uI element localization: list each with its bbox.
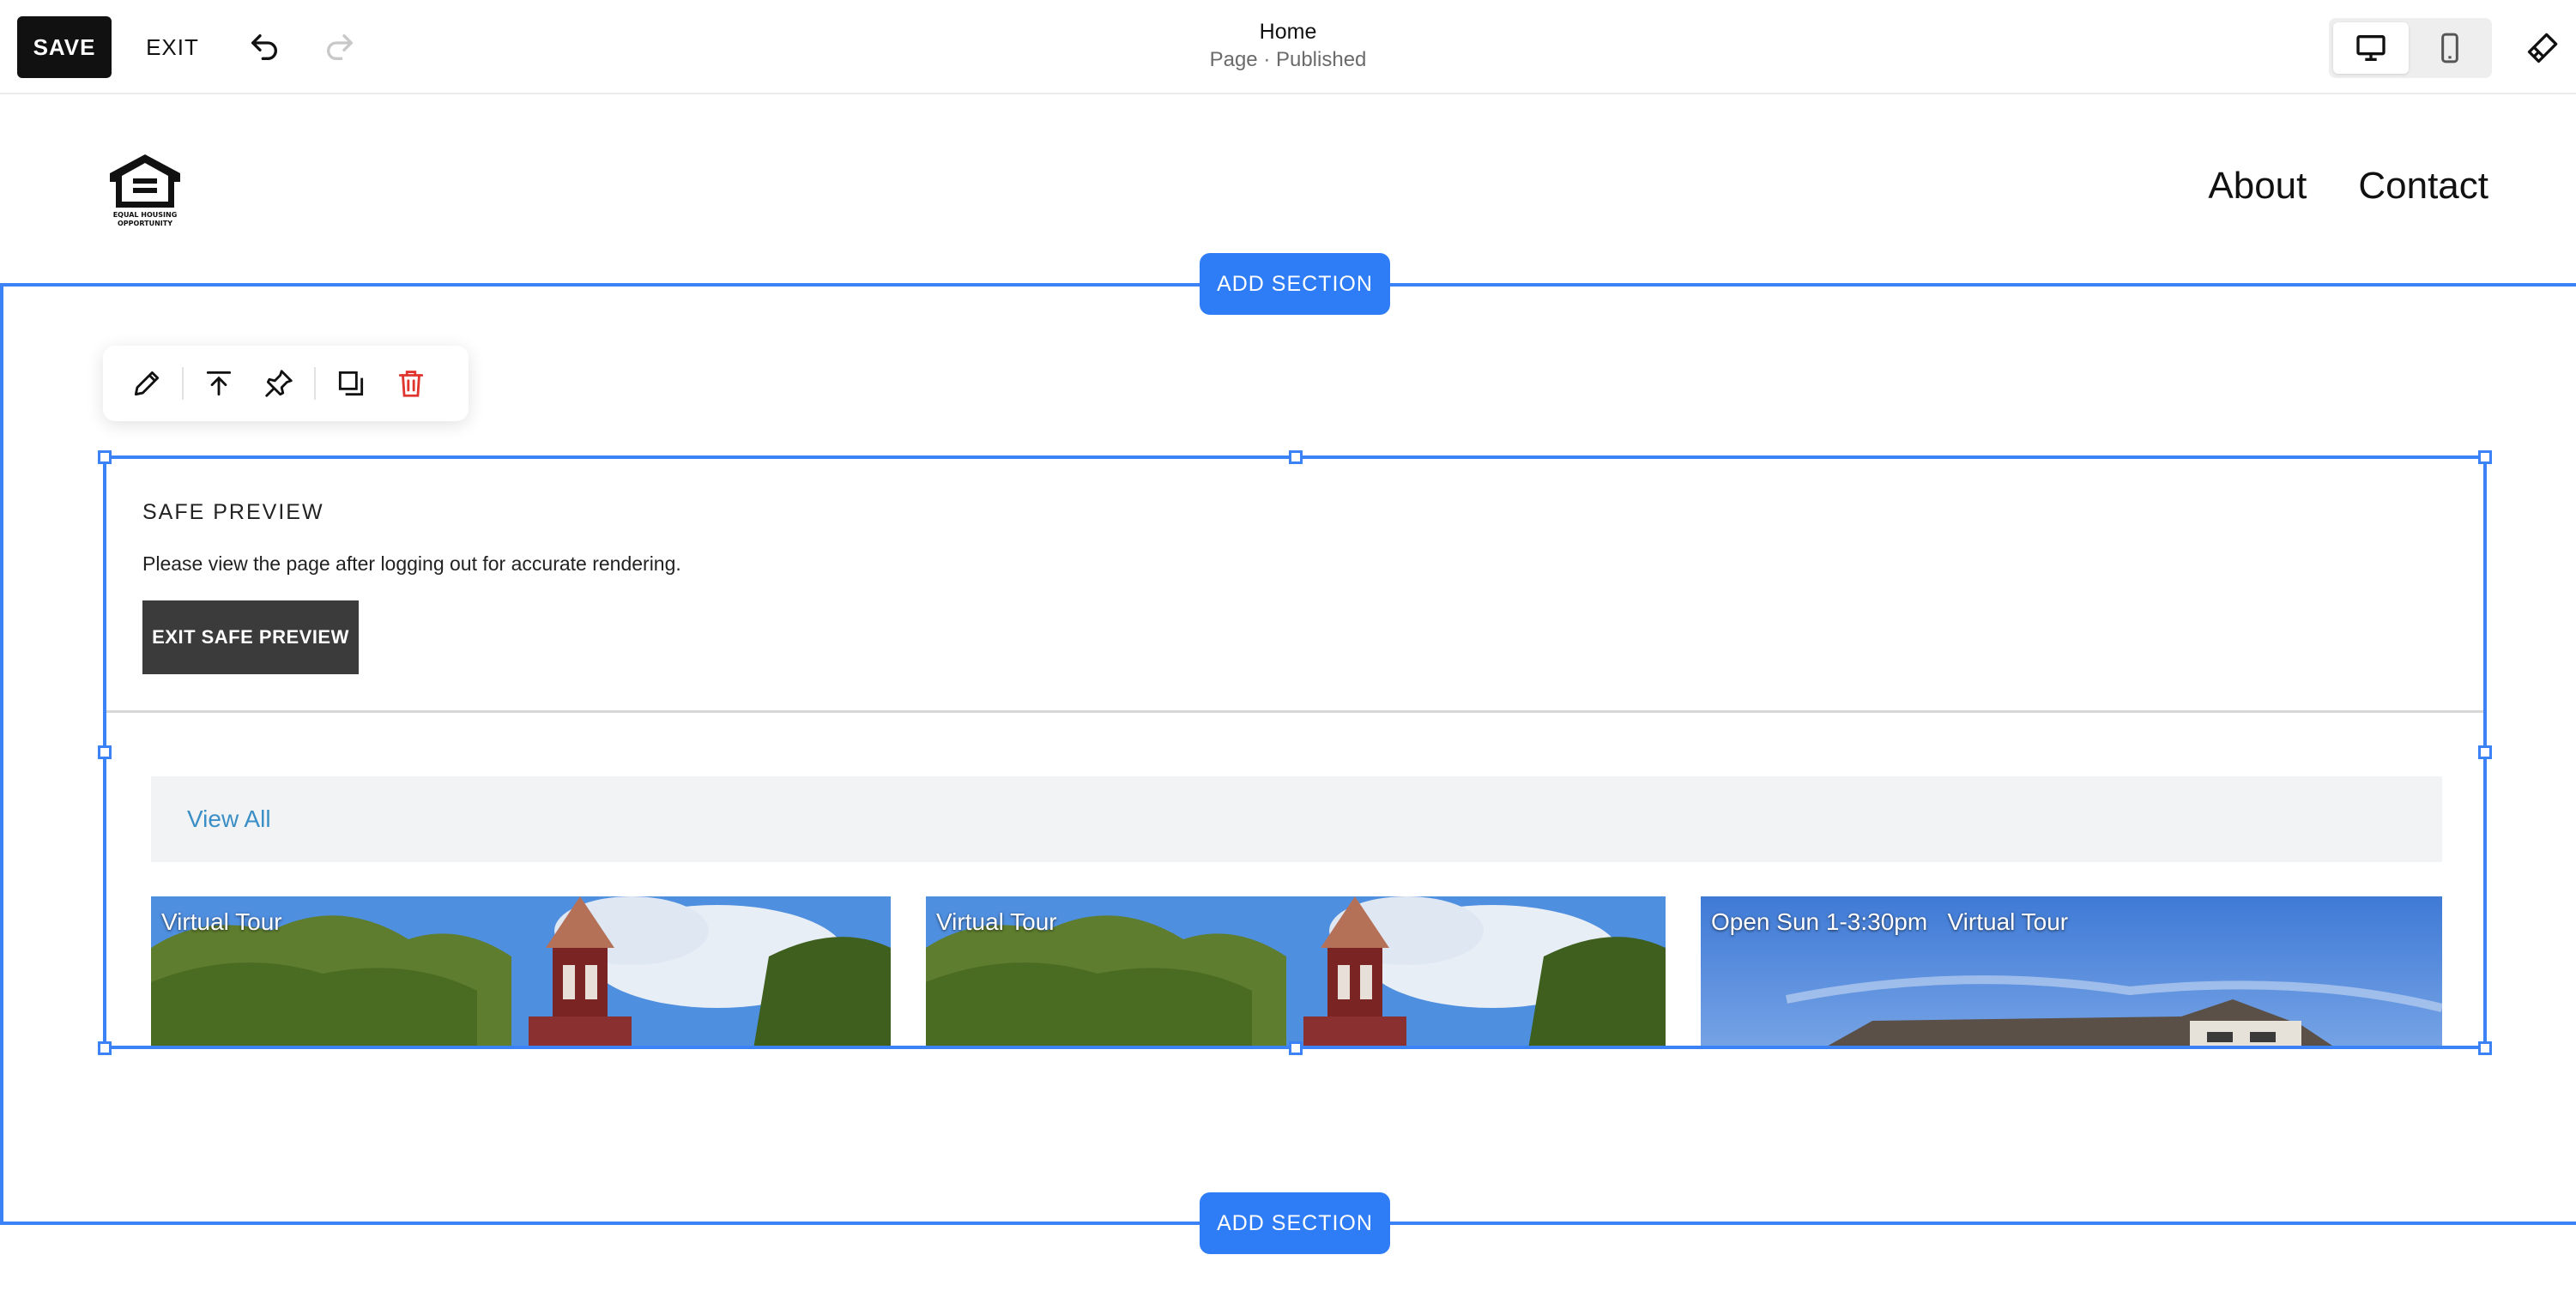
listing-badge: Virtual Tour — [936, 908, 1057, 935]
listing-badge: Virtual Tour — [161, 908, 282, 935]
add-section-button-bottom[interactable]: ADD SECTION — [1200, 1192, 1390, 1254]
trash-icon — [398, 371, 424, 397]
add-section-button-top[interactable]: ADD SECTION — [1200, 253, 1390, 315]
view-all-link[interactable]: View All — [187, 805, 271, 833]
redo-icon — [327, 34, 353, 61]
paintbrush-icon — [2527, 33, 2558, 63]
page-info[interactable]: Home Page · Published — [1116, 17, 1460, 74]
nav-link-contact[interactable]: Contact — [2358, 165, 2488, 208]
resize-handle-bottom-left[interactable] — [98, 1041, 112, 1055]
duplicate-icon — [338, 371, 364, 396]
desktop-view-button[interactable] — [2333, 22, 2409, 74]
nav-link-about[interactable]: About — [2208, 165, 2307, 208]
pin-button[interactable] — [249, 353, 309, 413]
exit-safe-preview-button[interactable]: EXIT SAFE PREVIEW — [142, 600, 359, 674]
block-toolbar — [103, 346, 469, 421]
resize-handle-bottom[interactable] — [1289, 1041, 1303, 1055]
safe-preview-notice: SAFE PREVIEW Please view the page after … — [106, 459, 2483, 713]
resize-handle-top-left[interactable] — [98, 450, 112, 464]
safe-preview-title: SAFE PREVIEW — [142, 500, 324, 524]
duplicate-button[interactable] — [321, 353, 381, 413]
resize-handle-right[interactable] — [2478, 745, 2492, 759]
svg-text:OPPORTUNITY: OPPORTUNITY — [118, 220, 172, 227]
save-button[interactable]: SAVE — [17, 16, 112, 78]
move-to-top-icon — [206, 371, 232, 396]
equal-housing-logo[interactable]: EQUAL HOUSING OPPORTUNITY — [105, 149, 185, 228]
listing-card[interactable]: Virtual Tour — [926, 896, 1666, 1046]
pencil-icon — [134, 371, 160, 396]
pin-icon — [265, 370, 293, 397]
svg-text:EQUAL HOUSING: EQUAL HOUSING — [113, 211, 178, 219]
safe-preview-message: Please view the page after logging out f… — [142, 552, 681, 575]
mobile-view-button[interactable] — [2412, 22, 2488, 74]
listing-card[interactable]: Open Sun 1-3:30pm Virtual Tour — [1701, 896, 2442, 1046]
site-nav: About Contact — [2208, 165, 2488, 208]
toolbar-divider — [182, 367, 184, 400]
editor-toolbar: SAVE EXIT Home Page · Published — [0, 0, 2576, 94]
page-title: Home — [1259, 20, 1317, 44]
desktop-icon — [2356, 35, 2386, 61]
undo-icon — [251, 34, 277, 61]
undo-button[interactable] — [240, 23, 288, 71]
edit-block-button[interactable] — [117, 353, 177, 413]
resize-handle-top[interactable] — [1289, 450, 1303, 464]
listing-card[interactable]: Virtual Tour — [151, 896, 891, 1046]
resize-handle-top-right[interactable] — [2478, 450, 2492, 464]
move-to-top-button[interactable] — [189, 353, 249, 413]
delete-button[interactable] — [381, 353, 441, 413]
listings-header: View All — [151, 776, 2442, 862]
device-toggle — [2329, 18, 2492, 78]
exit-button[interactable]: EXIT — [137, 16, 208, 78]
page-status: Page · Published — [1209, 48, 1367, 71]
redo-button[interactable] — [316, 23, 364, 71]
mobile-icon — [2441, 33, 2458, 63]
selected-block[interactable]: SAFE PREVIEW Please view the page after … — [103, 455, 2487, 1049]
toolbar-divider — [314, 367, 316, 400]
resize-handle-bottom-right[interactable] — [2478, 1041, 2492, 1055]
site-styles-button[interactable] — [2519, 23, 2567, 71]
resize-handle-left[interactable] — [98, 745, 112, 759]
listing-badge: Open Sun 1-3:30pm Virtual Tour — [1711, 908, 2069, 935]
